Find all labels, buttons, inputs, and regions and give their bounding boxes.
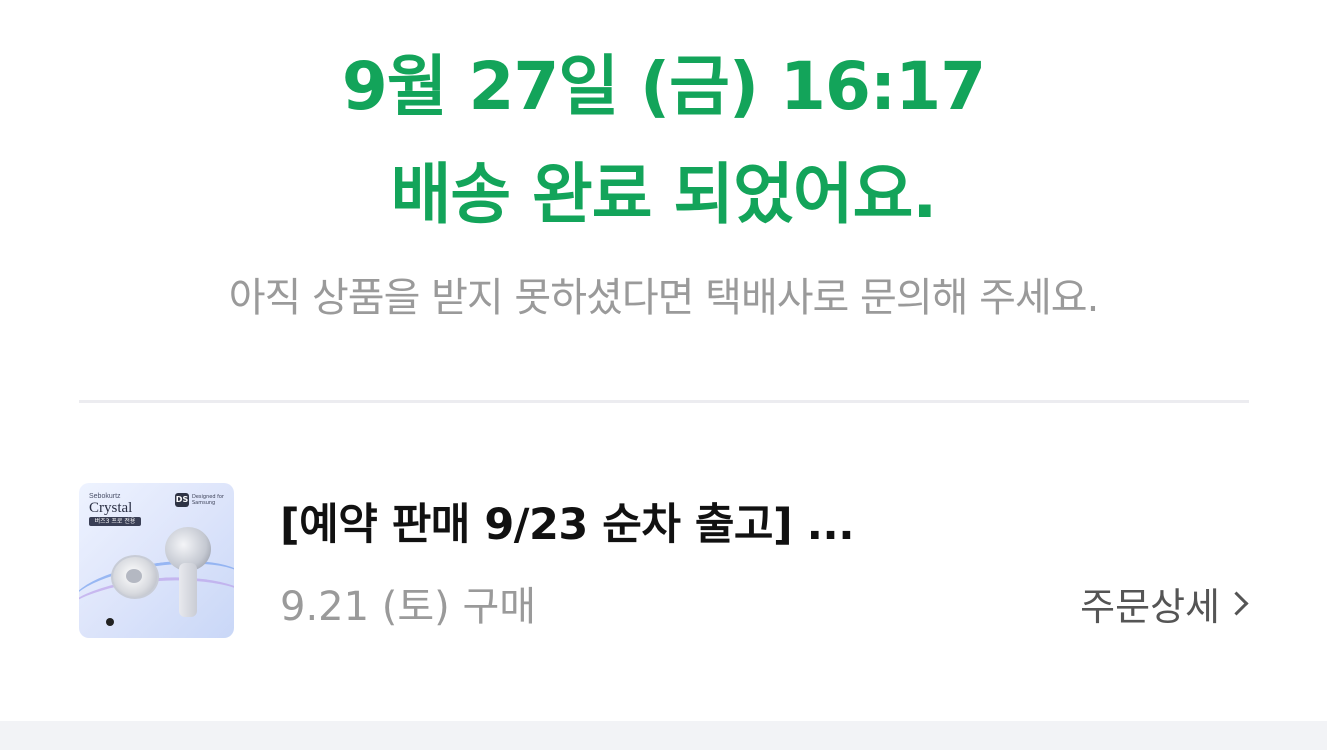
- divider: [79, 400, 1249, 403]
- order-card[interactable]: Sebokurtz Crystal 버즈3 프로 전용 DS Designed …: [79, 483, 1249, 639]
- order-detail-label: 주문상세: [1080, 584, 1220, 629]
- thumbnail-brand-title: Crystal: [89, 500, 133, 516]
- eartip-image: [111, 555, 159, 599]
- carousel-dot: [106, 618, 114, 626]
- earbud-stem-image: [179, 563, 197, 617]
- product-title[interactable]: [예약 판매 9/23 순차 출고] ...: [280, 497, 855, 553]
- thumbnail-brand-small: Sebokurtz: [89, 493, 121, 500]
- thumbnail-logo-text: Designed for Samsung: [192, 494, 224, 506]
- thumbnail-badge-text: 버즈3 프로 전용: [94, 518, 136, 525]
- product-thumbnail[interactable]: Sebokurtz Crystal 버즈3 프로 전용 DS Designed …: [79, 483, 234, 638]
- ds-logo-icon: DS: [175, 493, 189, 507]
- delivery-date: 9월 27일 (금) 16:17: [341, 48, 986, 125]
- order-detail-link[interactable]: 주문상세: [1080, 577, 1249, 629]
- delivery-notice: 아직 상품을 받지 못하셨다면 택배사로 문의해 주세요.: [228, 275, 1100, 321]
- section-separator: [0, 721, 1327, 750]
- delivery-status: 배송 완료 되었어요.: [390, 156, 938, 233]
- thumbnail-badge: 버즈3 프로 전용: [89, 517, 141, 526]
- chevron-right-icon: [1224, 590, 1249, 616]
- purchase-date: 9.21 (토) 구매: [280, 584, 537, 630]
